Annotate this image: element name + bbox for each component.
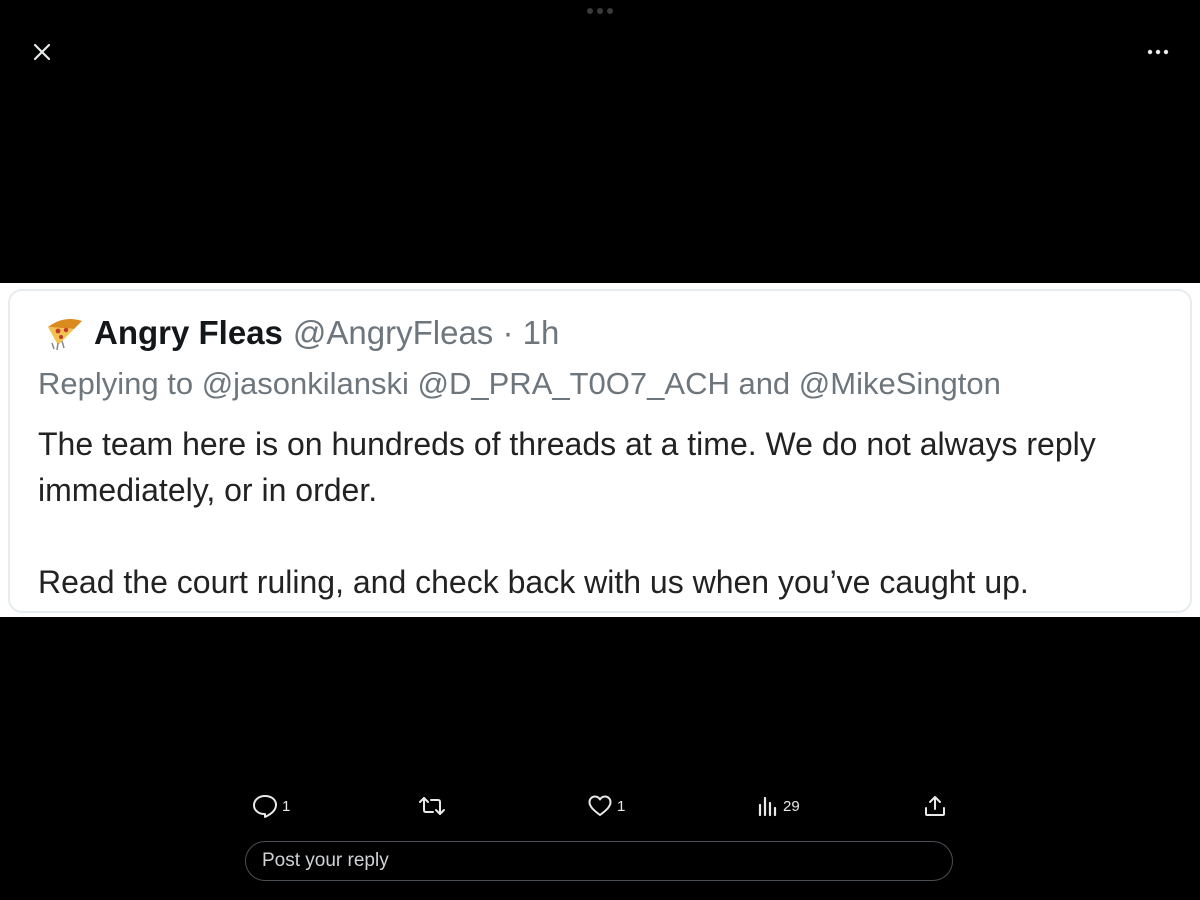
action-bar: 1 1 29 <box>250 790 950 822</box>
retweet-icon <box>419 797 445 815</box>
tweet-paragraph: The team here is on hundreds of threads … <box>38 426 1096 508</box>
views-count: 29 <box>783 797 800 815</box>
pizza-avatar-icon <box>48 319 82 351</box>
close-button[interactable] <box>22 32 62 72</box>
media-viewer: Angry Fleas @AngryFleas · 1h Replying to… <box>0 0 1200 900</box>
more-options-button[interactable] <box>1138 32 1178 72</box>
retweet-button[interactable] <box>418 790 450 822</box>
close-icon <box>33 43 51 61</box>
author-display-name: Angry Fleas <box>94 314 283 351</box>
tweet-paragraph: Read the court ruling, and check back wi… <box>38 564 1029 600</box>
reply-input[interactable] <box>260 849 938 873</box>
reply-icon <box>253 795 277 818</box>
heart-icon <box>588 795 612 816</box>
views-button[interactable]: 29 <box>757 790 800 822</box>
more-horizontal-icon <box>1147 49 1169 55</box>
author-handle-time: @AngryFleas · 1h <box>292 314 560 351</box>
reply-button[interactable]: 1 <box>252 790 290 822</box>
tweet-body: The team here is on hundreds of threads … <box>38 421 1158 605</box>
reply-count: 1 <box>282 797 291 815</box>
tweet-header: Angry Fleas @AngryFleas · 1h <box>44 313 559 353</box>
tweet-screenshot-image[interactable]: Angry Fleas @AngryFleas · 1h Replying to… <box>0 283 1200 617</box>
replying-to-line: Replying to @jasonkilanski @D_PRA_T0O7_A… <box>38 366 1001 401</box>
reply-composer[interactable] <box>245 841 953 881</box>
like-count: 1 <box>617 797 626 815</box>
like-button[interactable]: 1 <box>587 790 625 822</box>
drag-handle[interactable] <box>587 8 613 14</box>
share-button[interactable] <box>923 790 951 822</box>
views-chart-icon <box>758 796 777 817</box>
share-icon <box>925 796 945 816</box>
